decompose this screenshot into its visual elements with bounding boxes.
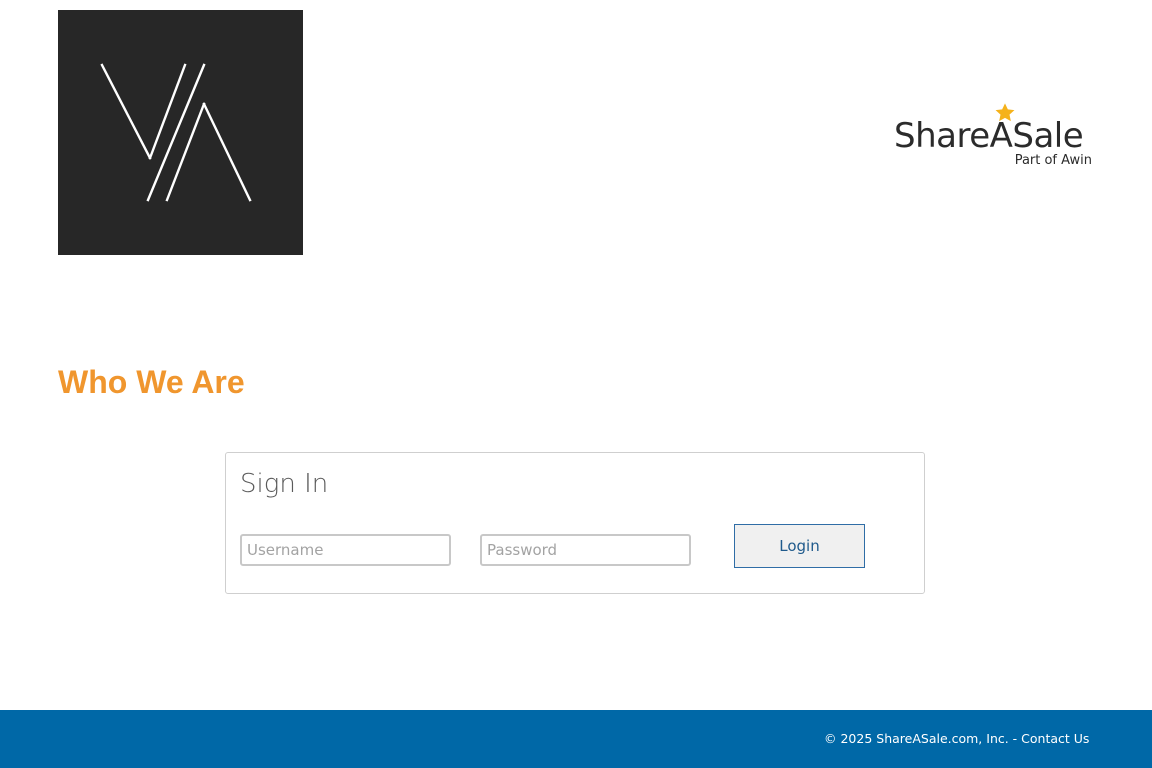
footer-copyright: © 2025 ShareASale.com, Inc. - <box>824 731 1022 746</box>
page-heading: Who We Are <box>58 364 245 400</box>
signin-title: Sign In <box>240 469 329 499</box>
merchant-logo <box>58 10 303 255</box>
password-input[interactable] <box>480 534 691 566</box>
signin-panel: Sign In Login <box>225 452 925 594</box>
page: ShareASale Part of Awin Who We Are Sign … <box>0 0 1152 768</box>
va-monogram-icon <box>100 63 252 202</box>
shareasale-wordmark: ShareASale <box>894 116 1084 156</box>
login-button[interactable]: Login <box>734 524 865 568</box>
shareasale-logo[interactable]: ShareASale Part of Awin <box>880 98 1095 174</box>
contact-us-link[interactable]: Contact Us <box>1021 731 1089 746</box>
shareasale-subtitle: Part of Awin <box>1014 153 1092 168</box>
username-input[interactable] <box>240 534 451 566</box>
footer-text: © 2025 ShareASale.com, Inc. - Contact Us <box>824 731 1089 746</box>
footer: © 2025 ShareASale.com, Inc. - Contact Us <box>0 710 1152 768</box>
